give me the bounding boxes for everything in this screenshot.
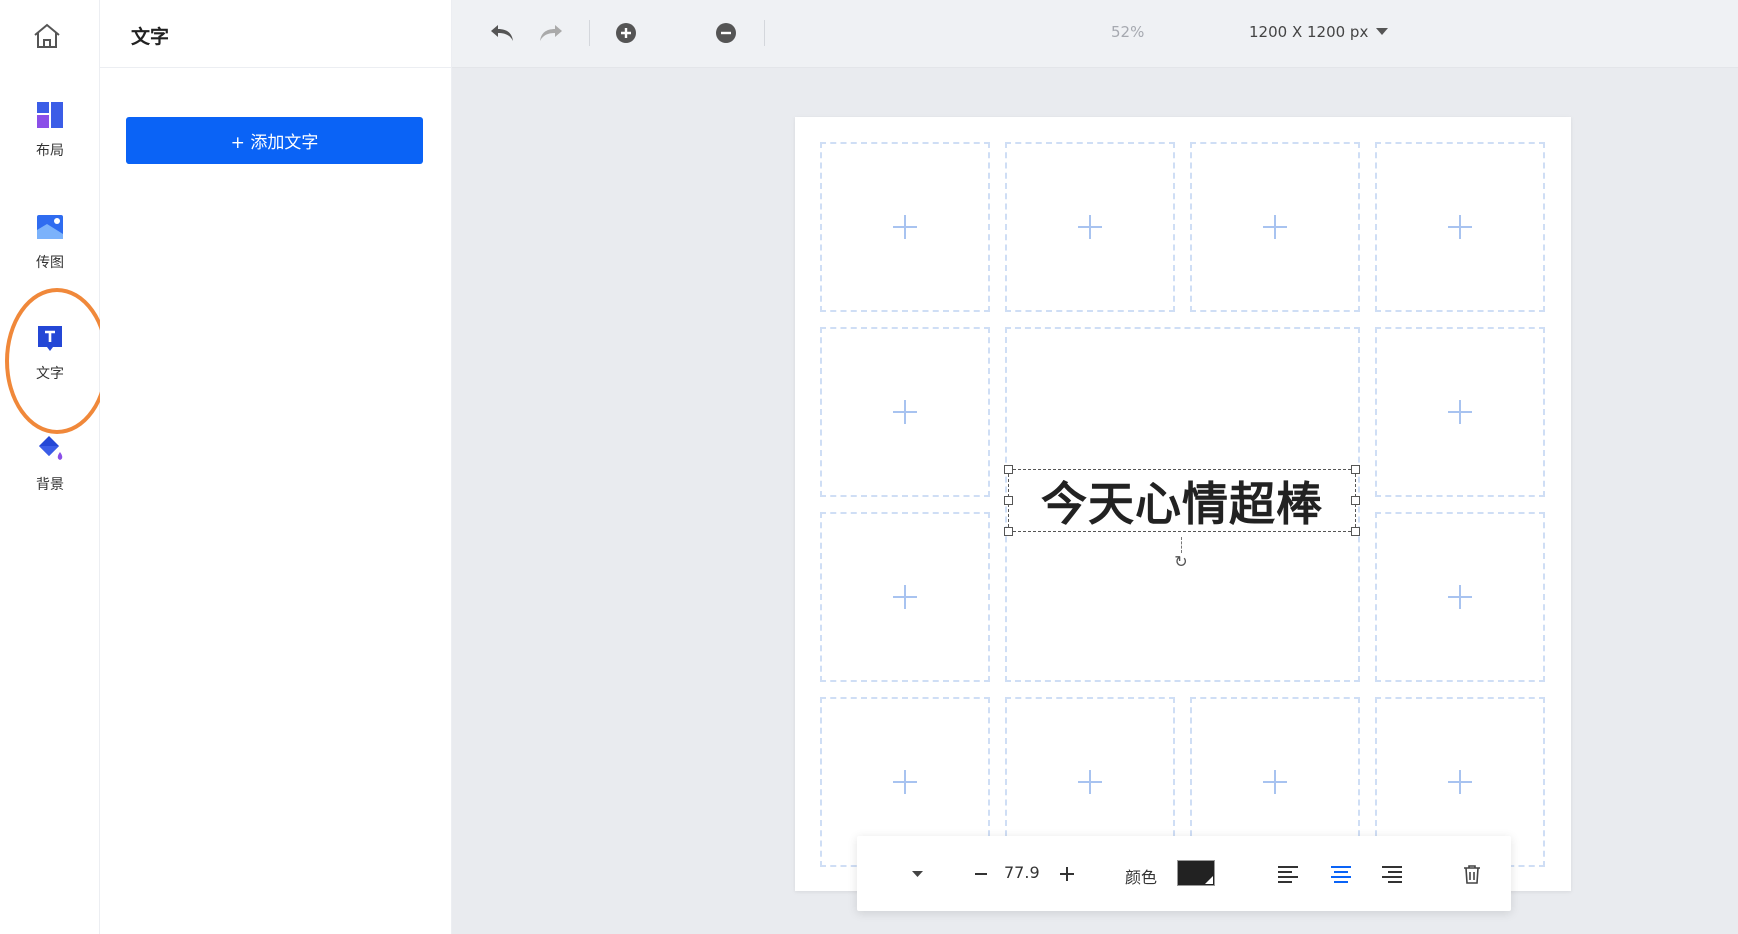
font-dropdown[interactable] bbox=[907, 860, 927, 888]
align-center-icon bbox=[1331, 866, 1351, 883]
plus-icon bbox=[1060, 867, 1074, 881]
align-right-icon bbox=[1382, 866, 1402, 883]
minus-icon bbox=[975, 873, 987, 875]
zoom-out-icon bbox=[716, 23, 736, 43]
add-image-icon bbox=[1078, 215, 1102, 239]
add-image-icon bbox=[893, 400, 917, 424]
add-image-icon bbox=[893, 770, 917, 794]
add-image-icon bbox=[1448, 400, 1472, 424]
rotate-connector bbox=[1181, 537, 1182, 553]
add-image-icon bbox=[893, 585, 917, 609]
redo-button[interactable] bbox=[537, 19, 565, 47]
home-icon[interactable] bbox=[32, 22, 62, 50]
design-canvas[interactable]: 今天心情超棒 ↻ bbox=[795, 117, 1571, 891]
upload-image-icon bbox=[37, 215, 63, 239]
rail-item-label: 布局 bbox=[36, 143, 64, 159]
color-label: 颜色 bbox=[1125, 868, 1158, 887]
top-toolbar: 52% 1200 X 1200 px bbox=[452, 0, 1738, 68]
delete-button[interactable] bbox=[1460, 860, 1484, 888]
panel-title: 文字 bbox=[100, 0, 451, 68]
canvas-text[interactable]: 今天心情超棒 bbox=[1041, 468, 1323, 534]
resize-handle[interactable] bbox=[1351, 527, 1360, 536]
add-image-icon bbox=[1448, 585, 1472, 609]
background-fill-icon bbox=[39, 436, 63, 460]
add-image-icon bbox=[1078, 770, 1102, 794]
font-size-increase-button[interactable] bbox=[1057, 860, 1077, 888]
add-text-button[interactable]: + 添加文字 bbox=[126, 117, 423, 164]
font-size-value[interactable]: 77.9 bbox=[1004, 863, 1040, 882]
rail-item-label: 文字 bbox=[36, 366, 64, 382]
image-placeholder-cell[interactable] bbox=[820, 327, 990, 497]
image-placeholder-cell[interactable] bbox=[1375, 327, 1545, 497]
canvas-size-label: 1200 X 1200 px bbox=[1249, 23, 1369, 41]
align-left-icon bbox=[1278, 866, 1298, 883]
add-image-icon bbox=[1263, 215, 1287, 239]
text-properties-bar: 77.9 颜色 bbox=[857, 836, 1511, 911]
resize-handle[interactable] bbox=[1004, 527, 1013, 536]
image-placeholder-cell[interactable] bbox=[1375, 142, 1545, 312]
undo-icon bbox=[491, 25, 513, 41]
resize-handle[interactable] bbox=[1351, 465, 1360, 474]
text-icon bbox=[38, 326, 62, 351]
image-placeholder-cell[interactable] bbox=[1190, 142, 1360, 312]
rail-item-background[interactable]: 背景 bbox=[0, 434, 100, 514]
rail-item-text[interactable]: 文字 bbox=[0, 323, 100, 403]
toolbar-divider bbox=[764, 20, 765, 46]
image-placeholder-cell[interactable] bbox=[1375, 512, 1545, 682]
color-swatch[interactable] bbox=[1177, 860, 1215, 886]
zoom-level: 52% bbox=[1111, 23, 1145, 41]
image-placeholder-cell[interactable] bbox=[820, 512, 990, 682]
zoom-in-button[interactable] bbox=[615, 19, 637, 47]
resize-handle[interactable] bbox=[1004, 496, 1013, 505]
resize-handle[interactable] bbox=[1351, 496, 1360, 505]
align-center-button[interactable] bbox=[1328, 860, 1354, 888]
rail-item-label: 传图 bbox=[36, 255, 64, 271]
zoom-out-button[interactable] bbox=[715, 19, 737, 47]
redo-icon bbox=[540, 25, 562, 41]
align-right-button[interactable] bbox=[1379, 860, 1405, 888]
rotate-icon[interactable]: ↻ bbox=[1172, 553, 1190, 571]
toolbar-divider bbox=[589, 20, 590, 46]
trash-icon bbox=[1464, 865, 1480, 884]
chevron-down-icon bbox=[1376, 28, 1389, 35]
canvas-size-dropdown[interactable]: 1200 X 1200 px bbox=[1249, 23, 1389, 41]
add-image-icon bbox=[1263, 770, 1287, 794]
resize-handle[interactable] bbox=[1004, 465, 1013, 474]
layout-icon bbox=[37, 102, 63, 128]
add-image-icon bbox=[893, 215, 917, 239]
zoom-in-icon bbox=[616, 23, 636, 43]
add-image-icon bbox=[1448, 215, 1472, 239]
image-placeholder-cell[interactable] bbox=[1005, 142, 1175, 312]
left-rail: 布局 传图 文字 背景 bbox=[0, 0, 100, 934]
add-image-icon bbox=[1448, 770, 1472, 794]
align-left-button[interactable] bbox=[1275, 860, 1301, 888]
image-placeholder-cell[interactable] bbox=[820, 142, 990, 312]
rail-item-layout[interactable]: 布局 bbox=[0, 100, 100, 180]
rail-item-upload[interactable]: 传图 bbox=[0, 212, 100, 292]
undo-button[interactable] bbox=[488, 19, 516, 47]
rail-item-label: 背景 bbox=[36, 477, 64, 493]
text-panel: 文字 + 添加文字 bbox=[100, 0, 452, 934]
chevron-down-icon bbox=[911, 870, 923, 877]
font-size-decrease-button[interactable] bbox=[971, 860, 991, 888]
selected-text-element[interactable]: 今天心情超棒 bbox=[1004, 465, 1360, 536]
